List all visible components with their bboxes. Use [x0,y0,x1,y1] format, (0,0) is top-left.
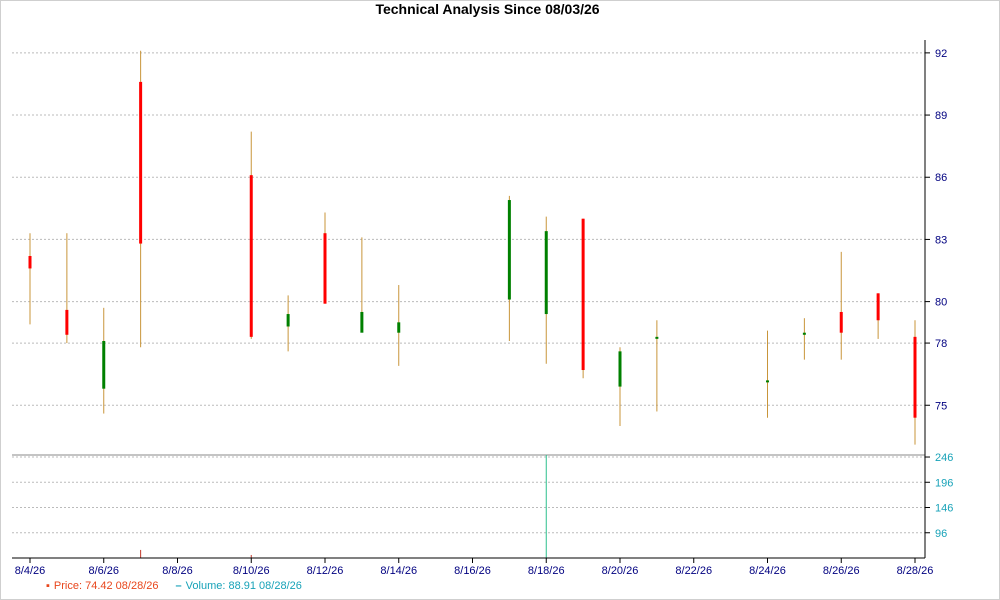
candle-body [839,311,843,333]
technical-chart: 75788083868992 96146196246 8/4/26 8/6/26 8… [12,40,953,577]
volume-axis: 96 146 196 246 [924,452,953,558]
price-axis: 75 78 80 83 86 89 92 [924,40,947,455]
price-tick-label: 89 [935,110,947,122]
candle-body [766,380,769,383]
candle-body [65,309,69,335]
price-tick-label: 83 [935,234,947,246]
date-tick-label: 8/18/26 [528,565,565,577]
candle-body [876,293,880,321]
date-tick-label: 8/16/26 [454,565,491,577]
price-tick-label: 86 [935,172,947,184]
candlesticks [28,50,917,445]
candle-body [286,314,290,327]
candle-body [139,81,143,244]
candle-body [544,231,548,315]
price-legend-swatch: ▪ [46,580,50,592]
price-tick-label: 75 [935,400,947,412]
volume-legend-swatch: – [175,580,182,592]
date-tick-label: 8/4/26 [15,565,46,577]
legend-volume: – Volume: 88.91 08/28/26 [176,580,302,592]
volume-tick-label: 196 [935,477,953,489]
candle-body [28,256,32,269]
candle-body [102,340,106,389]
date-tick-label: 8/10/26 [233,565,270,577]
date-tick-label: 8/14/26 [380,565,417,577]
date-tick-label: 8/22/26 [675,565,712,577]
price-tick-label: 92 [935,48,947,60]
price-tick-label: 80 [935,297,947,309]
candle-body [913,336,917,418]
candle-body [655,336,659,339]
legend-price: ▪ Price: 74.42 08/28/26 [46,580,158,592]
candle-body [360,311,364,333]
candle-body [618,351,622,387]
date-tick-label: 8/6/26 [88,565,119,577]
candle-body [802,332,806,335]
date-tick-label: 8/26/26 [823,565,860,577]
candle-body [507,200,511,300]
price-tick-label: 78 [935,338,947,350]
volume-tick-label: 96 [935,528,947,540]
date-tick-label: 8/28/26 [897,565,934,577]
date-axis: 8/4/26 8/6/26 8/8/26 8/10/26 8/12/26 8/14/26 8… [12,557,934,577]
candle-body [397,322,401,333]
date-tick-label: 8/8/26 [162,565,193,577]
date-tick-label: 8/20/26 [602,565,639,577]
date-tick-label: 8/12/26 [307,565,344,577]
price-legend-label: Price: 74.42 08/28/26 [53,580,159,592]
volume-bars [140,455,547,558]
candle-body [249,175,253,337]
candle-body [581,218,585,371]
date-tick-label: 8/24/26 [749,565,786,577]
volume-tick-label: 146 [935,503,953,515]
volume-gridlines [12,454,925,534]
legend: ▪ Price: 74.42 08/28/26 – Volume: 88.91 08… [46,580,316,592]
volume-tick-label: 246 [935,452,953,464]
candle-body [323,233,327,304]
volume-legend-label: Volume: 88.91 08/28/26 [185,580,302,592]
price-gridlines [12,52,925,406]
